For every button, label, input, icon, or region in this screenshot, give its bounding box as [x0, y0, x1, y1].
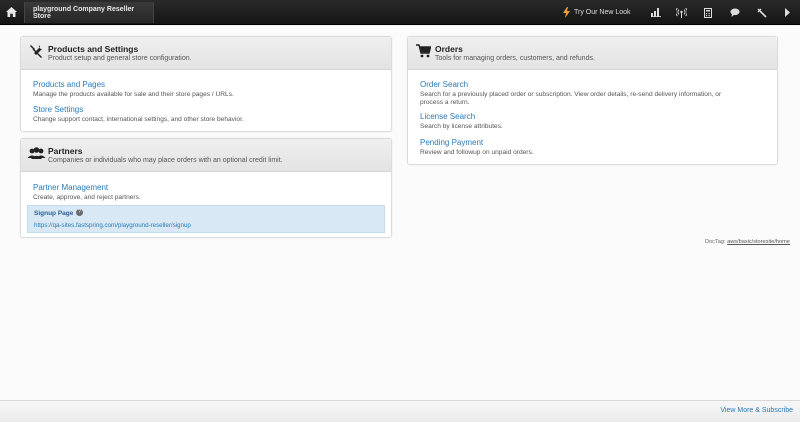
orders-title: Orders	[435, 44, 463, 54]
list-item: Partner Management Create, approve, and …	[33, 183, 141, 202]
view-more-subscribe-link[interactable]: View More & Subscribe	[720, 407, 793, 414]
partners-header: Partners Companies or individuals who ma…	[21, 139, 391, 172]
order-search-description: Search for a previously placed order or …	[420, 91, 721, 107]
list-item: License Search Search by license attribu…	[420, 112, 503, 131]
products-settings-description: Product setup and general store configur…	[48, 55, 192, 62]
signup-page-panel: Signup Page ? https://qa-sites.fastsprin…	[27, 205, 385, 233]
bar-chart-icon[interactable]	[649, 6, 662, 19]
pending-payment-description: Review and followup on unpaid orders.	[420, 149, 534, 156]
chat-icon[interactable]	[728, 6, 741, 19]
chevron-right-icon[interactable]	[780, 6, 793, 19]
tools-icon[interactable]	[755, 6, 768, 19]
list-item: Pending Payment Review and followup on u…	[420, 138, 534, 157]
store-tab[interactable]: playground Company Reseller Store	[24, 2, 154, 23]
partners-title: Partners	[48, 146, 83, 156]
doctag-value[interactable]: aws/basic/storesite/home	[727, 239, 790, 245]
products-settings-title: Products and Settings	[48, 44, 139, 54]
try-new-look-link[interactable]: Try Our New Look	[563, 4, 641, 20]
products-settings-header: Products and Settings Product setup and …	[21, 37, 391, 70]
order-search-link[interactable]: Order Search	[420, 80, 721, 89]
signup-page-title: Signup Page	[34, 210, 74, 217]
signup-page-url[interactable]: https://qa-sites.fastspring.com/playgrou…	[34, 222, 191, 229]
products-and-pages-description: Manage the products available for sale a…	[33, 91, 234, 98]
orders-description: Tools for managing orders, customers, an…	[435, 55, 595, 62]
store-settings-description: Change support contact, international se…	[33, 116, 244, 123]
try-new-look-label: Try Our New Look	[574, 8, 631, 16]
partner-management-description: Create, approve, and reject partners.	[33, 194, 141, 201]
calculator-icon[interactable]	[701, 6, 714, 19]
page-content: Products and Settings Product setup and …	[0, 26, 800, 400]
partner-management-link[interactable]: Partner Management	[33, 183, 141, 192]
orders-header: Orders Tools for managing orders, custom…	[408, 37, 777, 70]
pending-payment-link[interactable]: Pending Payment	[420, 138, 534, 147]
footer-bar: View More & Subscribe	[0, 400, 800, 422]
top-navigation-bar: playground Company Reseller Store Try Ou…	[0, 0, 800, 25]
orders-card: Orders Tools for managing orders, custom…	[407, 36, 778, 165]
list-item: Products and Pages Manage the products a…	[33, 80, 234, 99]
cart-icon	[416, 44, 432, 59]
help-icon[interactable]: ?	[76, 209, 83, 216]
home-icon[interactable]	[4, 5, 18, 19]
license-search-link[interactable]: License Search	[420, 112, 503, 121]
license-search-description: Search by license attributes.	[420, 123, 503, 130]
order-search-description-line1: Search for a previously placed order or …	[420, 91, 722, 98]
products-and-pages-link[interactable]: Products and Pages	[33, 80, 234, 89]
list-item: Store Settings Change support contact, i…	[33, 105, 244, 124]
products-settings-card: Products and Settings Product setup and …	[20, 36, 392, 132]
partners-description: Companies or individuals who may place o…	[48, 157, 283, 164]
lightning-icon	[563, 6, 570, 18]
doctag-label: DocTag:	[705, 239, 726, 245]
broadcast-icon[interactable]	[675, 6, 688, 19]
store-name: playground Company Reseller Store	[33, 5, 135, 20]
tools-icon	[29, 44, 44, 59]
list-item: Order Search Search for a previously pla…	[420, 80, 721, 107]
doctag: DocTag: aws/basic/storesite/home	[705, 239, 790, 245]
users-icon	[27, 146, 46, 161]
store-settings-link[interactable]: Store Settings	[33, 105, 244, 114]
order-search-description-line2: process a return.	[420, 99, 470, 106]
